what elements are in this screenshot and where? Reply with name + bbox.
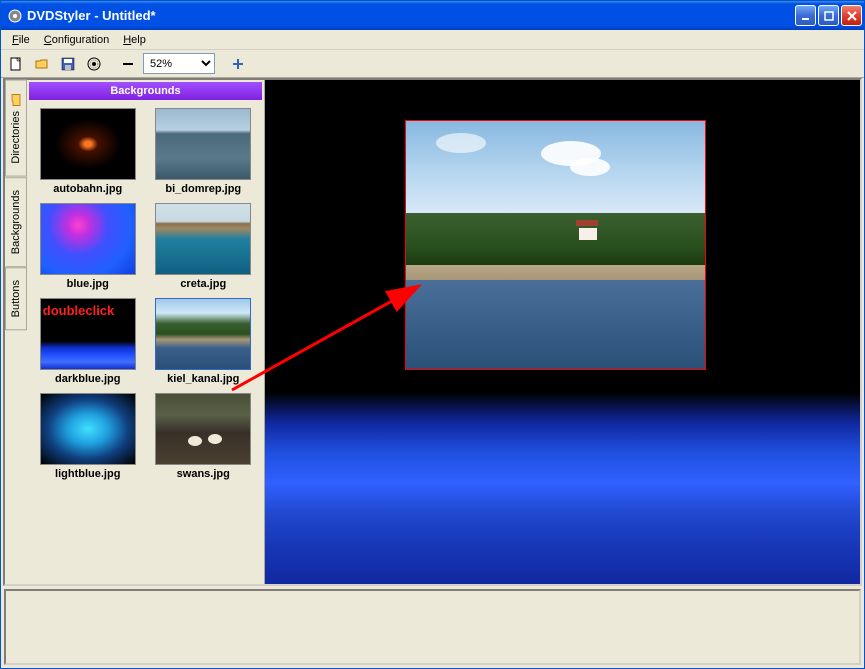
toolbar: 52%: [1, 50, 864, 78]
thumbnail-caption: lightblue.jpg: [55, 468, 120, 480]
side-tabs: Directories Backgrounds Buttons: [5, 80, 27, 584]
menubar: File Configuration Help: [1, 30, 864, 50]
thumbnail-image[interactable]: [155, 298, 251, 370]
thumbnail-item[interactable]: creta.jpg: [149, 203, 259, 290]
menu-configuration[interactable]: Configuration: [37, 32, 116, 48]
thumbnail-item[interactable]: kiel_kanal.jpg: [149, 298, 259, 385]
close-button[interactable]: [841, 5, 862, 26]
thumbnail-image[interactable]: [155, 393, 251, 465]
new-button[interactable]: [5, 53, 27, 75]
tab-backgrounds[interactable]: Backgrounds: [5, 177, 27, 267]
thumbnail-caption: swans.jpg: [177, 468, 230, 480]
thumbnail-item[interactable]: lightblue.jpg: [33, 393, 143, 480]
open-button[interactable]: [31, 53, 53, 75]
maximize-button[interactable]: [818, 5, 839, 26]
dropped-image-frame[interactable]: [405, 120, 706, 370]
timeline-panel[interactable]: [4, 589, 861, 665]
thumbnail-image[interactable]: [40, 108, 136, 180]
titlebar-text: DVDStyler - Untitled*: [27, 8, 795, 23]
titlebar[interactable]: DVDStyler - Untitled*: [1, 1, 864, 30]
application-window: DVDStyler - Untitled* File Configuration…: [0, 0, 865, 669]
thumbnail-caption: autobahn.jpg: [53, 183, 122, 195]
thumbnail-item[interactable]: bi_domrep.jpg: [149, 108, 259, 195]
minimize-button[interactable]: [795, 5, 816, 26]
app-icon: [7, 8, 23, 24]
thumbnail-caption: kiel_kanal.jpg: [167, 373, 239, 385]
tab-buttons[interactable]: Buttons: [5, 267, 27, 330]
menu-file[interactable]: File: [5, 32, 37, 48]
thumbnail-item[interactable]: blue.jpg: [33, 203, 143, 290]
doubleclick-hint: doubleclick: [43, 303, 115, 318]
burn-button[interactable]: [83, 53, 105, 75]
thumbnail-grid: autobahn.jpg bi_domrep.jpg blue.jpg creta.j…: [27, 100, 264, 488]
thumbnail-image[interactable]: doubleclick: [40, 298, 136, 370]
menu-help[interactable]: Help: [116, 32, 153, 48]
folder-icon: [9, 93, 23, 107]
thumbnail-image[interactable]: [155, 108, 251, 180]
backgrounds-panel: Backgrounds autobahn.jpg bi_domrep.jpgblu…: [27, 80, 265, 584]
thumbnail-item[interactable]: autobahn.jpg: [33, 108, 143, 195]
thumbnail-image[interactable]: [155, 203, 251, 275]
content-area: Directories Backgrounds Buttons Backgrou…: [3, 78, 862, 586]
thumbnail-image[interactable]: [40, 203, 136, 275]
zoom-out-button[interactable]: [117, 53, 139, 75]
panel-header: Backgrounds: [29, 82, 262, 100]
thumbnail-caption: bi_domrep.jpg: [165, 183, 241, 195]
save-button[interactable]: [57, 53, 79, 75]
thumbnail-caption: darkblue.jpg: [55, 373, 120, 385]
preview-canvas[interactable]: [265, 80, 860, 584]
thumbnail-image[interactable]: [40, 393, 136, 465]
thumbnail-caption: creta.jpg: [180, 278, 226, 290]
zoom-in-button[interactable]: [227, 53, 249, 75]
tab-directories[interactable]: Directories: [5, 80, 27, 177]
thumbnail-caption: blue.jpg: [67, 278, 109, 290]
zoom-select[interactable]: 52%: [143, 53, 215, 74]
thumbnail-item[interactable]: swans.jpg: [149, 393, 259, 480]
thumbnail-item[interactable]: doubleclick darkblue.jpg: [33, 298, 143, 385]
